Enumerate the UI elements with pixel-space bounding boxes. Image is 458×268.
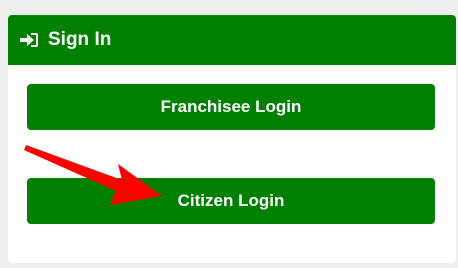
sign-in-panel: Sign In Franchisee Login Citizen Login (8, 15, 456, 263)
sign-in-icon (20, 32, 39, 48)
panel-header: Sign In (8, 15, 456, 65)
franchisee-login-button[interactable]: Franchisee Login (27, 84, 435, 130)
citizen-login-button[interactable]: Citizen Login (27, 178, 435, 224)
panel-title: Sign In (48, 29, 112, 50)
